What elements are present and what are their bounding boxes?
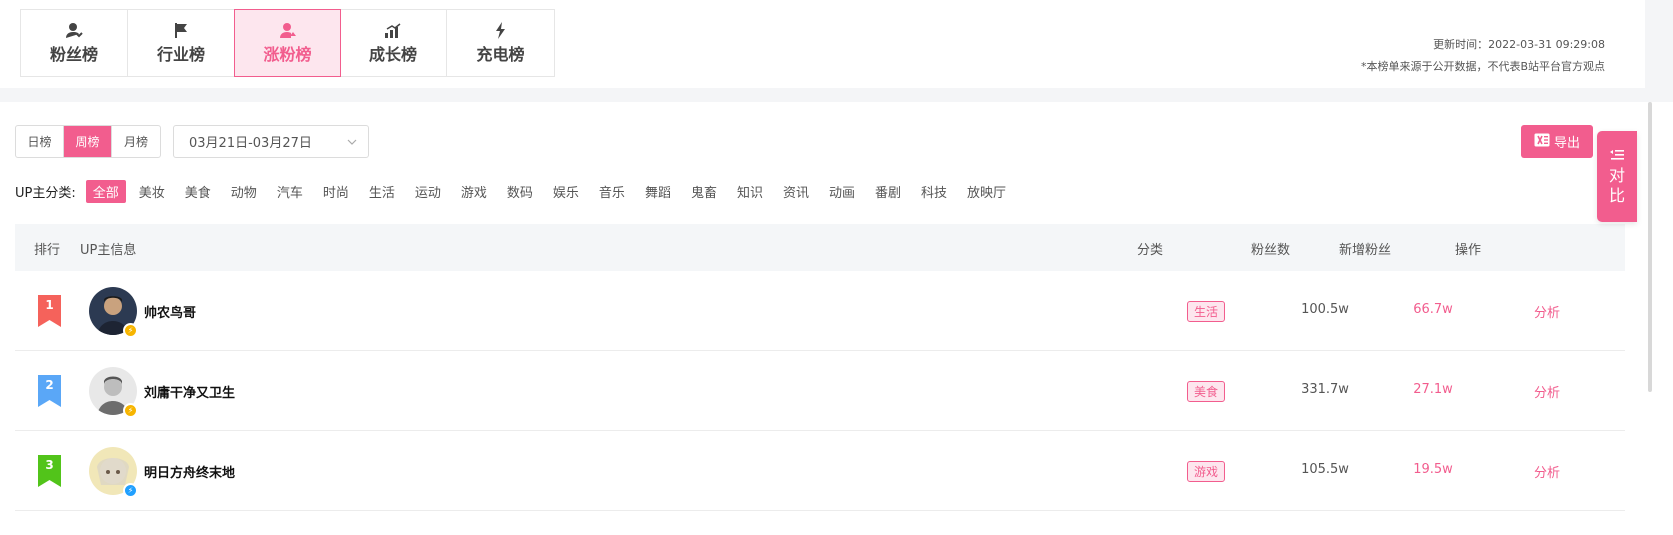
category-item[interactable]: 资讯: [776, 180, 816, 203]
verified-icon: ⚡: [123, 323, 138, 338]
tab-growth-rank[interactable]: 成长榜: [340, 10, 447, 76]
rank-type-tabs: 粉丝榜 行业榜 涨粉榜 成长榜 充电榜: [20, 9, 555, 77]
rank-number: 1: [45, 298, 54, 312]
main-panel: 日榜 周榜 月榜 03月21日-03月27日 导出 UP主分类: 全部 美妆 美…: [0, 102, 1645, 535]
tab-label: 涨粉榜: [263, 45, 312, 64]
table-row: 3 ⚡ 明日方舟终末地 游戏 105.5w 19.5w 分析: [15, 431, 1625, 511]
category-item[interactable]: 科技: [914, 180, 954, 203]
category-item[interactable]: 动画: [822, 180, 862, 203]
category-item[interactable]: 舞蹈: [638, 180, 678, 203]
tab-label: 充电榜: [476, 45, 525, 64]
category-item[interactable]: 生活: [362, 180, 402, 203]
new-fans-count: 27.1w: [1413, 382, 1453, 397]
category-item[interactable]: 时尚: [316, 180, 356, 203]
table-header: 排行 UP主信息 分类 粉丝数 新增粉丝 操作: [15, 224, 1625, 271]
category-item[interactable]: 美食: [178, 180, 218, 203]
category-filter: UP主分类: 全部 美妆 美食 动物 汽车 时尚 生活 运动 游戏 数码 娱乐 …: [15, 180, 1019, 203]
flag-icon: [173, 21, 189, 39]
compare-label-1: 对: [1608, 166, 1625, 185]
header-up-info: UP主信息: [80, 243, 137, 258]
growth-bars-icon: [384, 21, 402, 39]
category-item[interactable]: 放映厅: [960, 180, 1013, 203]
lightning-icon: [494, 21, 508, 39]
chevron-down-icon: [346, 136, 358, 152]
category-item[interactable]: 汽车: [270, 180, 310, 203]
category-item[interactable]: 娱乐: [546, 180, 586, 203]
category-item[interactable]: 番剧: [868, 180, 908, 203]
compare-button[interactable]: 对 比: [1597, 131, 1637, 222]
category-item-all[interactable]: 全部: [85, 180, 126, 203]
category-tag: 美食: [1186, 381, 1226, 402]
category-item[interactable]: 美妆: [132, 180, 172, 203]
user-up-icon: [279, 21, 297, 39]
fans-count: 105.5w: [1301, 462, 1349, 477]
new-fans-count: 66.7w: [1413, 302, 1453, 317]
rank-number: 2: [45, 378, 54, 392]
category-item[interactable]: 数码: [500, 180, 540, 203]
period-weekly-button[interactable]: 周榜: [64, 126, 112, 157]
user-heart-icon: [65, 21, 83, 39]
fans-count: 100.5w: [1301, 302, 1349, 317]
category-item[interactable]: 运动: [408, 180, 448, 203]
tab-fans-growth-rank[interactable]: 涨粉榜: [234, 9, 341, 77]
category-item[interactable]: 游戏: [454, 180, 494, 203]
tab-industry-rank[interactable]: 行业榜: [128, 10, 235, 76]
period-monthly-button[interactable]: 月榜: [112, 126, 160, 157]
date-range-select[interactable]: 03月21日-03月27日: [173, 125, 369, 158]
update-info: 更新时间：2022-03-31 09:29:08 *本榜单来源于公开数据，不代表…: [1361, 34, 1605, 78]
list-icon: [1610, 146, 1624, 166]
category-item[interactable]: 知识: [730, 180, 770, 203]
category-item[interactable]: 音乐: [592, 180, 632, 203]
table-row: 1 ⚡ 帅农鸟哥 生活 100.5w 66.7w 分析: [15, 271, 1625, 351]
update-time: 更新时间：2022-03-31 09:29:08: [1433, 38, 1605, 51]
tab-charge-rank[interactable]: 充电榜: [447, 10, 554, 76]
excel-icon: [1534, 133, 1550, 151]
analyze-link[interactable]: 分析: [1534, 302, 1560, 321]
analyze-link[interactable]: 分析: [1534, 382, 1560, 401]
tab-fans-rank[interactable]: 粉丝榜: [21, 10, 128, 76]
new-fans-count: 19.5w: [1413, 462, 1453, 477]
period-daily-button[interactable]: 日榜: [16, 126, 64, 157]
table-row: 2 ⚡ 刘庸干净又卫生 美食 331.7w 27.1w 分析: [15, 351, 1625, 431]
tab-label: 成长榜: [368, 45, 417, 64]
header-action: 操作: [1455, 243, 1482, 258]
scrollbar-thumb[interactable]: [1648, 102, 1652, 392]
up-name[interactable]: 刘庸干净又卫生: [144, 382, 235, 401]
verified-icon: ⚡: [123, 403, 138, 418]
rank-number: 3: [45, 458, 54, 472]
category-tag: 游戏: [1186, 461, 1226, 482]
header-fans: 粉丝数: [1251, 243, 1291, 258]
category-filter-label: UP主分类:: [15, 186, 76, 201]
verified-icon: ⚡: [123, 483, 138, 498]
rank-badge: 1: [38, 295, 61, 327]
top-header: 粉丝榜 行业榜 涨粉榜 成长榜 充电榜 更新时间：2022-03-31 09:2…: [0, 0, 1645, 88]
category-item[interactable]: 鬼畜: [684, 180, 724, 203]
export-button[interactable]: 导出: [1521, 125, 1593, 158]
up-name[interactable]: 帅农鸟哥: [144, 302, 196, 321]
header-new-fans: 新增粉丝: [1339, 243, 1392, 258]
header-rank: 排行: [34, 243, 61, 258]
data-source-note: *本榜单来源于公开数据，不代表B站平台官方观点: [1360, 60, 1605, 73]
ranking-table: 排行 UP主信息 分类 粉丝数 新增粉丝 操作 1 ⚡ 帅农鸟哥 生活 100.…: [15, 224, 1625, 511]
compare-label-2: 比: [1608, 186, 1625, 205]
fans-count: 331.7w: [1301, 382, 1349, 397]
category-item[interactable]: 动物: [224, 180, 264, 203]
category-tag: 生活: [1186, 301, 1226, 322]
header-category: 分类: [1137, 243, 1164, 258]
rank-badge: 3: [38, 455, 61, 487]
analyze-link[interactable]: 分析: [1534, 462, 1560, 481]
up-name[interactable]: 明日方舟终末地: [144, 462, 235, 481]
date-range-value: 03月21日-03月27日: [189, 136, 312, 151]
export-label: 导出: [1553, 136, 1580, 151]
tab-label: 粉丝榜: [49, 45, 98, 64]
rank-badge: 2: [38, 375, 61, 407]
tab-label: 行业榜: [156, 45, 205, 64]
period-toggle: 日榜 周榜 月榜: [15, 125, 161, 158]
